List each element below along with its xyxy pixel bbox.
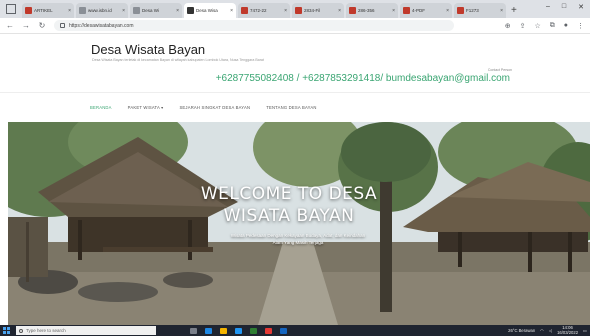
file-explorer-icon[interactable] <box>220 327 227 334</box>
site-tagline: Desa Wisata Bayan terletak di kecamatan … <box>92 58 264 62</box>
browser-tab[interactable]: ARTIKEL × <box>22 3 74 18</box>
browser-toolbar: ← → ↻ https://desawisatabayan.com ⊕ ⇪ ☆ … <box>0 18 590 34</box>
back-arrow-icon[interactable]: ← <box>6 21 14 30</box>
window-menu-icon[interactable] <box>6 4 16 14</box>
hero-title-line1: WELCOME TO DESA <box>200 184 378 204</box>
browser-tab[interactable]: 2834-Fil × <box>292 3 344 18</box>
tab-favicon-icon <box>79 7 86 14</box>
address-bar[interactable]: https://desawisatabayan.com <box>54 20 454 31</box>
minimize-button[interactable]: – <box>546 3 550 11</box>
browser-tab[interactable]: 4-PDF × <box>400 3 452 18</box>
windows-start-icon[interactable] <box>3 327 10 334</box>
clock-date: 16/03/2022 <box>557 329 579 335</box>
address-url: https://desawisatabayan.com <box>69 22 134 29</box>
more-menu-icon[interactable]: ⋮ <box>577 22 584 30</box>
store-icon[interactable] <box>235 327 242 334</box>
taskbar-search-box[interactable]: Type here to search <box>16 326 156 335</box>
browser-tab[interactable]: F1273 × <box>454 3 506 18</box>
taskbar-search-placeholder: Type here to search <box>26 328 66 333</box>
maximize-button[interactable]: □ <box>562 3 566 11</box>
close-tab-icon[interactable]: × <box>446 8 449 14</box>
browser-tab[interactable]: Desa Wisa × <box>184 3 236 18</box>
close-tab-icon[interactable]: × <box>338 8 341 14</box>
new-tab-button[interactable]: + <box>511 4 517 18</box>
reload-icon[interactable]: ↻ <box>38 21 46 30</box>
search-icon <box>19 328 23 333</box>
share-icon[interactable]: ⇪ <box>520 22 526 30</box>
hero-subtitle-line2: Alam Yang Masih Terjaga <box>272 240 324 245</box>
task-view-icon[interactable] <box>190 327 197 334</box>
bookmark-star-icon[interactable]: ☆ <box>534 22 540 30</box>
tab-favicon-icon <box>241 7 248 14</box>
site-title[interactable]: Desa Wisata Bayan <box>91 42 205 57</box>
volume-icon[interactable]: ◁ <box>549 328 552 333</box>
close-tab-icon[interactable]: × <box>500 8 503 14</box>
edge-icon[interactable] <box>205 327 212 334</box>
contact-label: Contact Person <box>487 68 512 72</box>
tab-favicon-icon <box>349 7 356 14</box>
menu-item-paket-wisata[interactable]: PAKET WISATA ▾ <box>128 105 164 110</box>
lock-icon <box>60 23 65 28</box>
tab-title: 4-PDF <box>412 8 426 13</box>
tab-favicon-icon <box>187 7 194 14</box>
browser-tab-strip: ARTIKEL × www.isbn.id × Desa Wi × Desa Wisa × 74… <box>0 0 590 18</box>
extensions-icon[interactable]: ⧉ <box>550 22 555 30</box>
youtube-icon[interactable] <box>265 327 272 334</box>
browser-tab[interactable]: Desa Wi × <box>130 3 182 18</box>
weather-status[interactable]: 26°C Berawan <box>508 328 535 333</box>
site-header: Desa Wisata Bayan Desa Wisata Bayan terl… <box>0 34 590 92</box>
close-tab-icon[interactable]: × <box>230 8 233 14</box>
contact-info: +6287755082408 / +6287853291418/ bumdesa… <box>215 73 510 84</box>
tab-title: Desa Wisa <box>196 8 218 13</box>
hero-title-line2: WISATA BAYAN <box>223 206 355 226</box>
tab-title: Desa Wi <box>142 8 160 13</box>
screen: ARTIKEL × www.isbn.id × Desa Wi × Desa Wisa × 74… <box>0 0 590 336</box>
tab-title: F1273 <box>466 8 479 13</box>
tab-favicon-icon <box>403 7 410 14</box>
tab-title: 7472-22 <box>250 8 267 13</box>
tab-title: 2834-Fil <box>304 8 321 13</box>
tab-title: www.isbn.id <box>88 8 112 13</box>
clock[interactable]: 14:06 16/03/2022 <box>557 325 579 335</box>
network-icon[interactable]: ◠ <box>540 328 544 333</box>
excel-icon[interactable] <box>250 327 257 334</box>
browser-tab[interactable]: 286-356 × <box>346 3 398 18</box>
main-menu: BERANDA PAKET WISATA ▾ SEJARAH SINGKAT D… <box>0 92 590 122</box>
hero-subtitle-line1: Wisata Pedesaan Dengan Kekayaan Budaya, … <box>230 233 366 238</box>
tab-favicon-icon <box>295 7 302 14</box>
tab-title: ARTIKEL <box>34 8 53 13</box>
forward-arrow-icon[interactable]: → <box>22 21 30 30</box>
tab-list: ARTIKEL × www.isbn.id × Desa Wi × Desa Wisa × 74… <box>22 3 506 18</box>
menu-item-sejarah[interactable]: SEJARAH SINGKAT DESA BAYAN <box>179 105 250 110</box>
close-tab-icon[interactable]: × <box>122 8 125 14</box>
browser-tab[interactable]: www.isbn.id × <box>76 3 128 18</box>
tab-favicon-icon <box>457 7 464 14</box>
system-tray: 26°C Berawan ◠ ◁ 14:06 16/03/2022 ▭ <box>508 325 587 335</box>
close-tab-icon[interactable]: × <box>176 8 179 14</box>
tab-favicon-icon <box>25 7 32 14</box>
profile-icon[interactable]: ● <box>564 22 568 30</box>
menu-item-tentang[interactable]: TENTANG DESA BAYAN <box>266 105 316 110</box>
zoom-icon[interactable]: ⊕ <box>505 22 511 30</box>
browser-tab[interactable]: 7472-22 × <box>238 3 290 18</box>
toolbar-actions: ⊕ ⇪ ☆ ⧉ ● ⋮ <box>505 22 584 30</box>
notification-icon[interactable]: ▭ <box>583 328 587 333</box>
close-window-button[interactable]: ✕ <box>578 3 584 11</box>
close-tab-icon[interactable]: × <box>284 8 287 14</box>
tab-title: 286-356 <box>358 8 375 13</box>
menu-item-beranda[interactable]: BERANDA <box>90 105 112 110</box>
taskbar-apps <box>190 327 287 334</box>
tab-favicon-icon <box>133 7 140 14</box>
hero-banner: WELCOME TO DESA WISATA BAYAN Wisata Pede… <box>8 122 590 325</box>
word-icon[interactable] <box>280 327 287 334</box>
windows-taskbar: Type here to search 26°C Berawan ◠ ◁ 14:… <box>0 325 590 336</box>
close-tab-icon[interactable]: × <box>392 8 395 14</box>
window-controls: – □ ✕ <box>546 3 584 11</box>
close-tab-icon[interactable]: × <box>68 8 71 14</box>
